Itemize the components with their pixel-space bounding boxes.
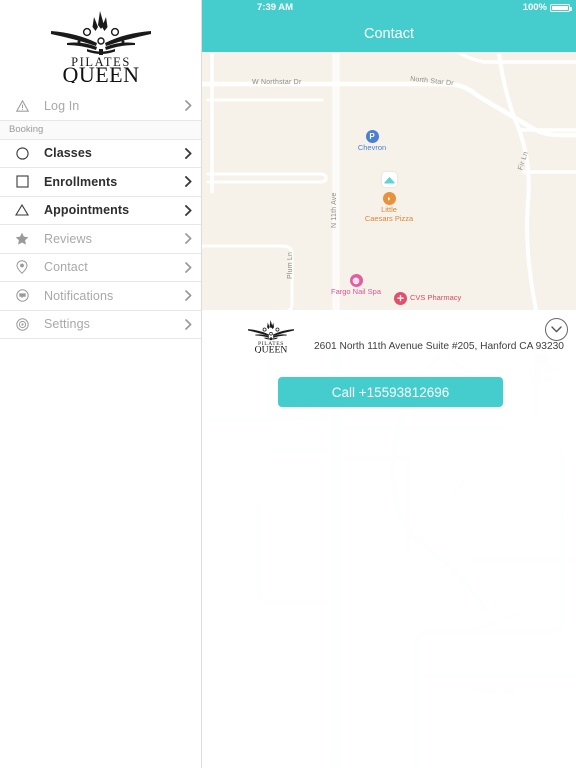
triangle-icon xyxy=(0,204,44,216)
cvs-pharmacy-poi-icon: ✛ xyxy=(394,292,407,305)
street-label-plum-ln: Plum Ln xyxy=(287,251,294,279)
poi-fargo-nail-spa-label: Fargo Nail Spa xyxy=(330,287,382,296)
map-pin-icon xyxy=(0,260,44,275)
chevron-right-icon xyxy=(175,204,201,216)
content-pane: W Northstar Dr North Star Dr N 11th Ave … xyxy=(202,0,576,768)
chevron-right-icon xyxy=(175,147,201,159)
speech-bubble-icon xyxy=(0,289,44,302)
page-title: Contact xyxy=(364,25,414,42)
sidebar-logo: PILATES QUEEN xyxy=(0,0,201,92)
logo-text-queen: QUEEN xyxy=(62,62,139,83)
sidebar-item-contact-label: Contact xyxy=(44,260,88,275)
sidebar-item-notifications-label: Notifications xyxy=(44,288,114,303)
poi-chevron[interactable]: P Chevron xyxy=(352,130,392,153)
contact-card-logo: PILATES QUEEN xyxy=(248,319,294,353)
poi-little-caesars-pizza[interactable]: ◗ Little Caesars Pizza xyxy=(354,192,424,223)
sidebar-item-appointments[interactable]: Appointments xyxy=(0,196,201,225)
star-icon xyxy=(0,232,44,245)
status-bar-battery-group: 100% xyxy=(522,0,572,15)
status-bar: 7:39 AM 100% xyxy=(202,0,576,15)
card-logo-text-queen: QUEEN xyxy=(255,345,288,353)
sidebar-item-reviews[interactable]: Reviews xyxy=(0,225,201,254)
warning-triangle-icon xyxy=(0,99,44,112)
street-label-w-amber-way: W Amber Way xyxy=(470,688,517,695)
sidebar-item-settings[interactable]: Settings xyxy=(0,310,201,339)
app-root: PILATES QUEEN Log In Booking Classes Enr… xyxy=(0,0,576,768)
sidebar-item-contact[interactable]: Contact xyxy=(0,253,201,282)
chevron-right-icon xyxy=(175,176,201,188)
business-marker-icon xyxy=(384,176,395,183)
sidebar: PILATES QUEEN Log In Booking Classes Enr… xyxy=(0,0,202,768)
battery-icon xyxy=(550,3,572,12)
sidebar-item-appointments-label: Appointments xyxy=(44,203,130,218)
sidebar-section-booking: Booking xyxy=(0,120,201,140)
chevron-right-icon xyxy=(175,318,201,330)
call-button[interactable]: Call +15593812696 xyxy=(278,377,503,407)
sidebar-item-log-in-label: Log In xyxy=(44,98,80,113)
battery-percent-label: 100% xyxy=(522,2,547,13)
poi-fargo-nail-spa[interactable]: ◍ Fargo Nail Spa xyxy=(324,274,388,297)
sidebar-item-notifications[interactable]: Notifications xyxy=(0,282,201,311)
chevron-down-icon xyxy=(551,326,562,333)
map-upper[interactable]: W Northstar Dr North Star Dr N 11th Ave … xyxy=(202,52,576,310)
street-label-w-northstar-dr: W Northstar Dr xyxy=(252,79,302,86)
sidebar-empty-area xyxy=(0,339,201,768)
square-icon xyxy=(0,175,44,188)
sidebar-item-reviews-label: Reviews xyxy=(44,231,92,246)
nav-bar: Contact xyxy=(202,15,576,52)
poi-little-caesars-label: Little Caesars Pizza xyxy=(364,205,414,223)
contact-address: 2601 North 11th Avenue Suite #205, Hanfo… xyxy=(314,341,564,352)
chevron-right-icon xyxy=(175,100,201,112)
status-bar-time: 7:39 AM xyxy=(257,2,294,13)
chevron-right-icon xyxy=(175,233,201,245)
poi-chevron-label: Chevron xyxy=(357,143,387,152)
sidebar-item-classes[interactable]: Classes xyxy=(0,139,201,168)
sidebar-item-enrollments-label: Enrollments xyxy=(44,174,118,189)
business-location-marker[interactable] xyxy=(382,172,397,187)
pilates-queen-logo: PILATES QUEEN xyxy=(50,11,151,83)
contact-card: PILATES QUEEN 2601 North 11th Avenue Sui… xyxy=(202,310,576,414)
poi-cvs-pharmacy-label: CVS Pharmacy xyxy=(410,293,462,303)
circle-icon xyxy=(0,147,44,160)
fargo-nail-spa-poi-icon: ◍ xyxy=(349,274,363,287)
sidebar-item-log-in[interactable]: Log In xyxy=(0,92,201,121)
sidebar-item-settings-label: Settings xyxy=(44,317,90,332)
street-label-pine-st: Pine St xyxy=(559,502,566,526)
gear-icon xyxy=(0,318,44,331)
chevron-right-icon xyxy=(175,261,201,273)
little-caesars-poi-icon: ◗ xyxy=(382,192,396,205)
poi-cvs-pharmacy[interactable]: ✛ CVS Pharmacy xyxy=(394,292,480,305)
chevron-poi-icon: P xyxy=(365,130,379,143)
street-label-n-11th-ave-lower: N 11th Ave xyxy=(330,744,337,768)
chevron-right-icon xyxy=(175,290,201,302)
collapse-card-button[interactable] xyxy=(545,318,568,341)
street-label-n-11th-ave: N 11th Ave xyxy=(331,192,338,228)
sidebar-item-classes-label: Classes xyxy=(44,146,92,161)
sidebar-item-enrollments[interactable]: Enrollments xyxy=(0,168,201,197)
